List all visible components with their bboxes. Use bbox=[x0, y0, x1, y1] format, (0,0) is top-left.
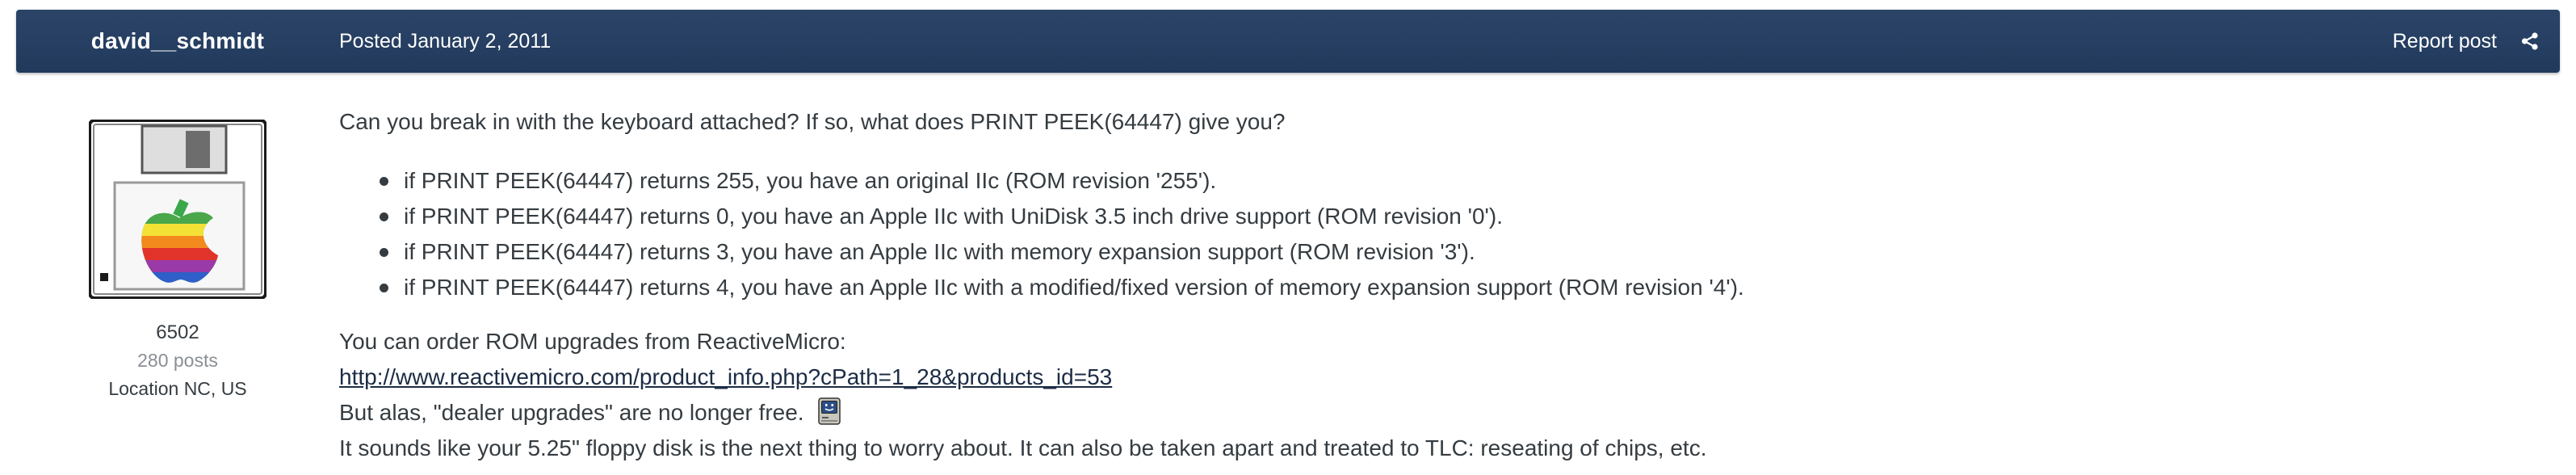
forum-post: david__schmidt Posted January 2, 2011 Re… bbox=[0, 0, 2576, 475]
posted-date[interactable]: Posted January 2, 2011 bbox=[339, 10, 551, 73]
rom-revision-list: if PRINT PEEK(64447) returns 255, you ha… bbox=[339, 163, 1744, 305]
alas-paragraph: But alas, "dealer upgrades" are no longe… bbox=[339, 395, 841, 431]
intro-paragraph: Can you break in with the keyboard attac… bbox=[339, 109, 1286, 134]
reactivemicro-link-row: http://www.reactivemicro.com/product_inf… bbox=[339, 359, 1112, 395]
list-item: if PRINT PEEK(64447) returns 0, you have… bbox=[339, 199, 1744, 234]
list-item: if PRINT PEEK(64447) returns 4, you have… bbox=[339, 270, 1744, 305]
mac-computer-emoji-icon bbox=[818, 397, 841, 425]
list-item-text: if PRINT PEEK(64447) returns 4, you have… bbox=[404, 275, 1744, 300]
reactivemicro-link[interactable]: http://www.reactivemicro.com/product_inf… bbox=[339, 364, 1112, 389]
bullet-icon bbox=[380, 284, 388, 292]
list-item: if PRINT PEEK(64447) returns 255, you ha… bbox=[339, 163, 1744, 199]
author-location: Location NC, US bbox=[108, 378, 247, 399]
upgrade-paragraph: You can order ROM upgrades from Reactive… bbox=[339, 329, 846, 354]
author-panel: 6502 280 posts Location NC, US bbox=[16, 73, 339, 475]
bullet-icon bbox=[380, 177, 388, 186]
list-item-text: if PRINT PEEK(64447) returns 255, you ha… bbox=[404, 168, 1217, 193]
list-item-text: if PRINT PEEK(64447) returns 3, you have… bbox=[404, 239, 1475, 264]
list-item: if PRINT PEEK(64447) returns 3, you have… bbox=[339, 234, 1744, 270]
author-name-link[interactable]: david__schmidt bbox=[16, 10, 339, 73]
author-title: 6502 bbox=[156, 322, 199, 343]
bullet-icon bbox=[380, 212, 388, 221]
share-icon[interactable] bbox=[2521, 32, 2539, 50]
floppy-paragraph: It sounds like your 5.25" floppy disk is… bbox=[339, 435, 1707, 460]
post-header: david__schmidt Posted January 2, 2011 Re… bbox=[16, 10, 2560, 73]
alas-text: But alas, "dealer upgrades" are no longe… bbox=[339, 400, 804, 425]
apple-floppy-avatar-icon[interactable] bbox=[89, 120, 266, 299]
list-item-text: if PRINT PEEK(64447) returns 0, you have… bbox=[404, 204, 1503, 229]
report-post-link[interactable]: Report post bbox=[2393, 10, 2497, 73]
author-post-count: 280 posts bbox=[137, 350, 218, 371]
bullet-icon bbox=[380, 248, 388, 257]
